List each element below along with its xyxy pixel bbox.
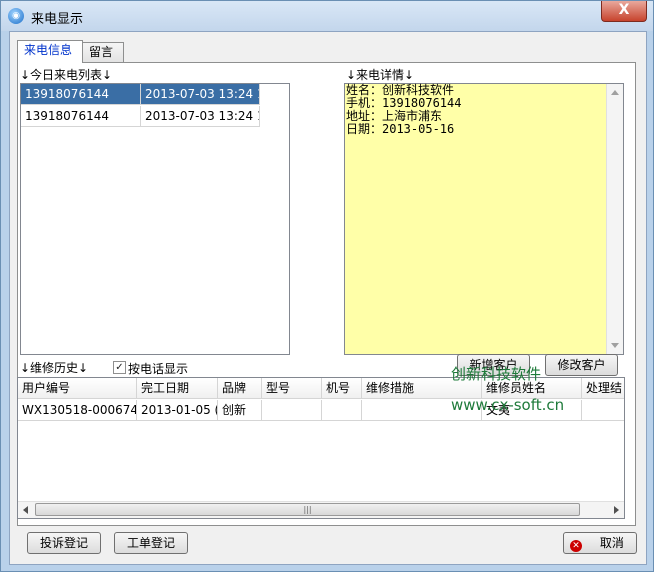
call-detail-label: ↓来电详情↓ <box>346 68 415 82</box>
tab-panel-call-info: ↓今日来电列表↓ 13918076144 2013-07-03 13:24 1 … <box>17 62 636 526</box>
scroll-up-icon[interactable] <box>611 90 619 95</box>
repair-history-label: ↓维修历史↓ <box>20 361 89 375</box>
scroll-right-icon[interactable] <box>614 506 619 514</box>
grid-header-cell[interactable]: 用户编号 <box>18 378 137 399</box>
watermark-url: www.cx-soft.cn <box>451 396 565 414</box>
scroll-left-icon[interactable] <box>23 506 28 514</box>
client-area: 来电信息 留言 ↓今日来电列表↓ 13918076144 2013-07-03 … <box>9 31 647 565</box>
work-order-button[interactable]: 工单登记 <box>114 532 188 554</box>
grid-cell: 2013-01-05 ( <box>137 400 218 421</box>
check-icon: ✓ <box>115 362 124 373</box>
grid-header-cell[interactable]: 完工日期 <box>137 378 218 399</box>
call-list-label: ↓今日来电列表↓ <box>20 68 113 82</box>
grid-cell <box>262 400 322 421</box>
title-bar: ◉ 来电显示 X <box>1 1 653 31</box>
grid-header-cell[interactable]: 处理结 <box>582 378 624 399</box>
tab-messages[interactable]: 留言 <box>82 42 124 62</box>
tab-call-info[interactable]: 来电信息 <box>17 40 83 63</box>
watermark-cn: 创新科技软件 <box>451 365 542 383</box>
app-icon: ◉ <box>8 8 24 24</box>
cancel-label: 取消 <box>599 536 624 550</box>
call-time: 2013-07-03 13:24 1 <box>141 106 260 127</box>
show-by-phone-checkbox[interactable]: ✓ <box>113 361 126 374</box>
cancel-icon: ✕ <box>570 540 582 552</box>
detail-date: 日期：2013-05-16 <box>346 122 455 136</box>
call-phone: 13918076144 <box>21 84 141 105</box>
grid-cell <box>322 400 362 421</box>
grid-cell <box>582 400 624 421</box>
main-window: ◉ 来电显示 X 来电信息 留言 ↓今日来电列表↓ 13918076144 20… <box>0 0 654 572</box>
complaint-button[interactable]: 投诉登记 <box>27 532 101 554</box>
detail-scrollbar[interactable] <box>606 84 623 354</box>
call-phone: 13918076144 <box>21 106 141 127</box>
grid-header-cell[interactable]: 机号 <box>322 378 362 399</box>
grid-hscrollbar[interactable]: ||| <box>18 501 624 518</box>
scroll-down-icon[interactable] <box>611 343 619 348</box>
grid-header-cell[interactable]: 型号 <box>262 378 322 399</box>
call-detail-box[interactable]: 姓名：创新科技软件 手机：13918076144 地址：上海市浦东 日期：201… <box>344 83 624 355</box>
grid-header-cell[interactable]: 品牌 <box>218 378 262 399</box>
grid-cell: WX130518-000674 <box>18 400 137 421</box>
show-by-phone-label: 按电话显示 <box>128 362 189 376</box>
cancel-button[interactable]: ✕ 取消 <box>563 532 637 554</box>
call-list-row[interactable]: 13918076144 2013-07-03 13:24 1 <box>21 106 289 127</box>
edit-customer-button[interactable]: 修改客户 <box>545 354 618 376</box>
window-title: 来电显示 <box>31 12 84 27</box>
call-list-row[interactable]: 13918076144 2013-07-03 13:24 1 <box>21 84 289 105</box>
grid-cell: 创新 <box>218 400 262 421</box>
call-list[interactable]: 13918076144 2013-07-03 13:24 1 139180761… <box>20 83 290 355</box>
call-time: 2013-07-03 13:24 1 <box>141 84 260 105</box>
close-button[interactable]: X <box>601 1 647 22</box>
scroll-thumb[interactable]: ||| <box>35 503 580 516</box>
